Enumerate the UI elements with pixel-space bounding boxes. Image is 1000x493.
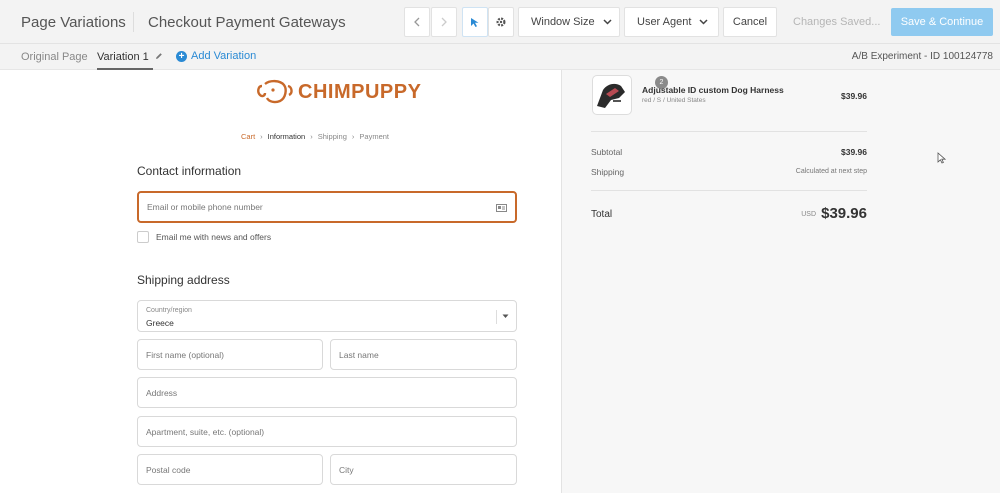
next-button[interactable] <box>431 7 457 37</box>
chevron-down-icon <box>502 314 509 318</box>
email-field[interactable]: Email or mobile phone number <box>137 191 517 223</box>
contact-card-icon <box>496 204 507 212</box>
newsletter-checkbox[interactable] <box>137 231 149 243</box>
add-variation-label: Add Variation <box>191 50 257 62</box>
save-continue-button[interactable]: Save & Continue <box>891 8 993 36</box>
chevron-down-icon <box>603 19 612 25</box>
first-name-field[interactable]: First name (optional) <box>137 339 323 370</box>
chevron-left-icon <box>414 17 420 27</box>
chevron-right-icon <box>441 17 447 27</box>
address-field[interactable]: Address <box>137 377 517 408</box>
country-label: Country/region <box>146 307 192 314</box>
plus-circle-icon: + <box>176 50 187 62</box>
tab-variation-1-label: Variation 1 <box>97 51 149 63</box>
city-placeholder: City <box>339 464 354 475</box>
shipping-heading: Shipping address <box>137 273 230 287</box>
shipping-label: Shipping <box>591 167 625 177</box>
product-name: Adjustable ID custom Dog Harness <box>642 85 784 95</box>
divider <box>133 12 134 32</box>
total-label: Total <box>591 209 613 220</box>
top-toolbar: Page Variations Checkout Payment Gateway… <box>0 0 1000 44</box>
address-placeholder: Address <box>146 387 178 398</box>
gear-icon <box>496 17 506 27</box>
city-field[interactable]: City <box>330 454 517 485</box>
total-value: $39.96 <box>821 205 867 222</box>
experiment-id: A/B Experiment - ID 100124778 <box>851 51 993 62</box>
total-currency: USD <box>801 211 816 218</box>
divider <box>496 310 497 324</box>
email-placeholder: Email or mobile phone number <box>147 202 263 212</box>
product-variant: red / S / United States <box>642 97 706 104</box>
pencil-icon[interactable] <box>155 52 163 60</box>
country-select[interactable]: Country/region Greece <box>137 300 517 332</box>
add-variation-button[interactable]: + Add Variation <box>176 50 256 62</box>
window-size-label: Window Size <box>531 16 595 28</box>
divider <box>591 190 867 191</box>
checkout-preview-main: CHIMPUPPY Cart › Information › Shipping … <box>0 70 561 493</box>
subtotal-label: Subtotal <box>591 147 623 157</box>
last-name-placeholder: Last name <box>339 349 379 360</box>
settings-button[interactable] <box>488 7 514 37</box>
country-value: Greece <box>146 318 174 328</box>
chevron-right-icon: › <box>310 132 313 141</box>
contact-heading: Contact information <box>137 164 242 178</box>
shipping-value: Calculated at next step <box>795 168 867 175</box>
dog-harness-image <box>597 83 625 108</box>
postal-code-placeholder: Postal code <box>146 464 191 475</box>
breadcrumb-shipping: Shipping <box>317 132 347 141</box>
select-element-button[interactable] <box>462 7 488 37</box>
subtotal-value: $39.96 <box>841 147 867 157</box>
breadcrumb-cart[interactable]: Cart <box>241 132 255 141</box>
user-agent-label: User Agent <box>637 16 692 28</box>
cancel-button[interactable]: Cancel <box>723 7 777 37</box>
order-summary: 2 Adjustable ID custom Dog Harness red /… <box>561 70 1000 493</box>
apartment-placeholder: Apartment, suite, etc. (optional) <box>146 426 265 437</box>
prev-button[interactable] <box>404 7 430 37</box>
last-name-field[interactable]: Last name <box>330 339 517 370</box>
chevron-right-icon: › <box>260 132 263 141</box>
chevron-right-icon: › <box>351 132 355 141</box>
product-thumbnail: 2 <box>592 75 668 115</box>
tab-original-page[interactable]: Original Page <box>21 51 88 63</box>
window-size-dropdown[interactable]: Window Size <box>518 7 620 37</box>
postal-code-field[interactable]: Postal code <box>137 454 323 485</box>
experiment-title[interactable]: Checkout Payment Gateways <box>148 14 346 31</box>
first-name-placeholder: First name (optional) <box>146 349 224 360</box>
breadcrumb-payment: Payment <box>359 132 390 141</box>
store-logo-text: CHIMPUPPY <box>298 80 422 103</box>
app-title: Page Variations <box>21 14 126 31</box>
user-agent-dropdown[interactable]: User Agent <box>624 7 719 37</box>
breadcrumb-information: Information <box>267 132 306 141</box>
apartment-field[interactable]: Apartment, suite, etc. (optional) <box>137 416 517 447</box>
variation-tabs-bar: Original Page Variation 1 + Add Variatio… <box>0 44 1000 70</box>
tab-variation-1[interactable]: Variation 1 <box>97 51 163 63</box>
product-price: $39.96 <box>841 91 867 101</box>
cursor-select-icon <box>471 18 479 27</box>
mouse-pointer-icon <box>937 152 946 164</box>
breadcrumb: Cart › Information › Shipping › Payment <box>241 132 389 141</box>
divider <box>591 131 867 132</box>
save-status: Changes Saved... <box>793 16 881 28</box>
newsletter-label: Email me with news and offers <box>156 232 272 242</box>
store-logo[interactable]: CHIMPUPPY <box>256 78 421 106</box>
dog-logo-icon <box>257 79 293 104</box>
chevron-down-icon <box>699 19 708 25</box>
